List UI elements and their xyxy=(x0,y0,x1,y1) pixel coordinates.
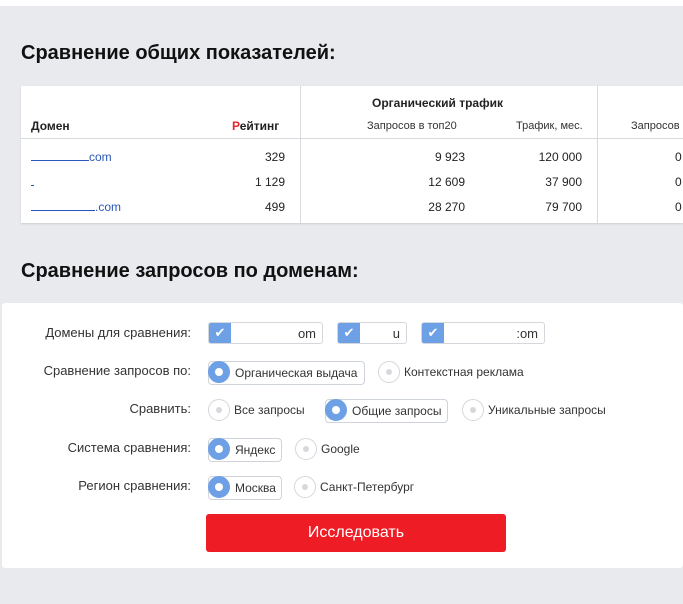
queries-cell: 12 609 xyxy=(428,175,465,189)
radio-dot-icon xyxy=(294,476,316,498)
radio-dot-icon xyxy=(208,438,230,460)
col-queries-paid-header: Запросов xyxy=(631,120,680,132)
rating-cell: 329 xyxy=(264,150,285,164)
radio-yandex[interactable]: Яндекс xyxy=(208,438,282,462)
overview-title: Сравнение общих показателей: xyxy=(21,42,336,64)
traffic-cell: 79 700 xyxy=(545,200,582,214)
radio-label: Google xyxy=(321,442,360,456)
radio-all-queries[interactable]: Все запросы xyxy=(208,399,313,423)
radio-unique-queries[interactable]: Уникальные запросы xyxy=(462,399,622,423)
domain-checkbox-2[interactable]: ✔ u xyxy=(337,322,407,344)
compare-by-label: Сравнение запросов по: xyxy=(43,363,191,378)
traffic-cell: 37 900 xyxy=(545,175,582,189)
domain-link[interactable]: .com xyxy=(31,200,121,214)
radio-saint-petersburg[interactable]: Санкт-Петербург xyxy=(294,476,434,500)
radio-dot-icon xyxy=(208,399,230,421)
checkmark-icon: ✔ xyxy=(338,323,360,343)
radio-moscow[interactable]: Москва xyxy=(208,476,282,500)
col-domain-header: Домен xyxy=(31,119,70,133)
radio-google[interactable]: Google xyxy=(295,438,375,462)
rating-cell: 499 xyxy=(264,200,285,214)
rating-cell: 1 129 xyxy=(254,175,285,189)
checkmark-icon: ✔ xyxy=(209,323,231,343)
radio-label: Все запросы xyxy=(234,403,305,417)
domain-checkbox-label: :om xyxy=(516,326,538,341)
paid-cell: 0 xyxy=(675,175,682,189)
traffic-cell: 120 000 xyxy=(538,150,582,164)
col-queries-top20-header: Запросов в топ20 xyxy=(367,120,457,132)
domain-link[interactable]: com xyxy=(31,150,112,164)
domain-checkbox-3[interactable]: ✔ :om xyxy=(421,322,545,344)
domain-masked xyxy=(31,175,34,186)
radio-context-ads[interactable]: Контекстная реклама xyxy=(378,361,538,385)
radio-common-queries[interactable]: Общие запросы xyxy=(325,399,448,423)
system-label: Система сравнения: xyxy=(67,440,191,455)
radio-dot-icon xyxy=(295,438,317,460)
domain-link[interactable] xyxy=(31,175,34,189)
rating-rest: ейтинг xyxy=(239,119,280,133)
radio-label: Яндекс xyxy=(235,443,276,457)
compare-label: Сравнить: xyxy=(129,401,191,416)
radio-label: Контекстная реклама xyxy=(404,365,524,379)
header-divider xyxy=(21,138,683,139)
radio-organic[interactable]: Органическая выдача xyxy=(208,361,365,385)
radio-dot-icon xyxy=(208,476,230,498)
radio-label: Уникальные запросы xyxy=(488,403,606,417)
radio-dot-icon xyxy=(325,399,347,421)
column-divider xyxy=(597,86,598,223)
queries-cell: 28 270 xyxy=(428,200,465,214)
queries-cell: 9 923 xyxy=(434,150,465,164)
radio-dot-icon xyxy=(462,399,484,421)
organic-traffic-header: Органический трафик xyxy=(372,96,503,110)
domain-checkbox-1[interactable]: ✔ om xyxy=(208,322,323,344)
domain-suffix: com xyxy=(89,150,112,164)
domain-masked xyxy=(31,200,95,211)
submit-button[interactable]: Исследовать xyxy=(206,514,506,552)
radio-label: Москва xyxy=(235,481,276,495)
paid-cell: 0 xyxy=(675,200,682,214)
checkmark-icon: ✔ xyxy=(422,323,444,343)
radio-dot-icon xyxy=(208,361,230,383)
domain-checkbox-label: om xyxy=(297,326,316,341)
domain-suffix: .com xyxy=(95,200,122,214)
comparison-table: Домен Рейтинг Органический трафик Запрос… xyxy=(21,86,683,223)
domains-label: Домены для сравнения: xyxy=(45,325,191,340)
radio-dot-icon xyxy=(378,361,400,383)
paid-cell: 0 xyxy=(675,150,682,164)
domain-checkbox-label: u xyxy=(392,326,400,341)
queries-title: Сравнение запросов по доменам: xyxy=(21,260,359,282)
col-rating-header: Рейтинг xyxy=(232,119,279,133)
radio-label: Общие запросы xyxy=(352,404,442,418)
region-label: Регион сравнения: xyxy=(78,478,191,493)
column-divider xyxy=(300,86,301,223)
col-traffic-header: Трафик, мес. xyxy=(516,120,583,132)
radio-label: Санкт-Петербург xyxy=(320,480,415,494)
rating-initial: Р xyxy=(232,119,240,133)
radio-label: Органическая выдача xyxy=(235,366,358,380)
comparison-form: Домены для сравнения: ✔ om ✔ u ✔ :om Сра… xyxy=(2,303,683,568)
top-strip xyxy=(0,0,683,6)
domain-masked xyxy=(31,150,89,161)
